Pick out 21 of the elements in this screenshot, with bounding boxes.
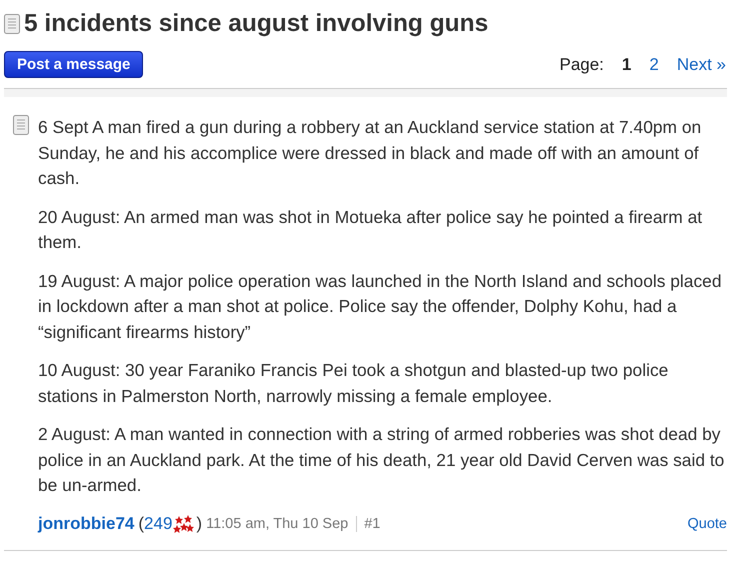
post-paragraph: 6 Sept A man fired a gun during a robbery at an Auckland service station at 7.40pm on Sunday, he and his accomplice were dressed in black and made off with an amount of cash.: [38, 116, 702, 190]
stars-icon: [173, 514, 196, 534]
page-link[interactable]: 1: [622, 54, 632, 74]
post-paragraph: 2 August: A man wanted in connection with a string of armed robberies was shot dead by police in an Auckland park. At the time of his death, 21 year old David Cerven was said to be un-armed.: [38, 423, 726, 497]
page-link[interactable]: 2: [649, 54, 659, 74]
post-number: #1: [356, 516, 380, 532]
author-link[interactable]: jonrobbie74: [38, 514, 134, 534]
document-icon: [4, 14, 20, 34]
thread-title: 5 incidents since august involving guns: [24, 10, 488, 38]
post-paragraph: 10 August: 30 year Faraniko Francis Pei took a shotgun and blasted-up two police stations in Palmerston North, narrowly missing a female employee.: [38, 359, 670, 408]
karma-link[interactable]: 249: [144, 514, 172, 534]
document-icon: [13, 115, 29, 135]
quote-link[interactable]: Quote: [688, 516, 727, 532]
post-paragraph: 19 August: A major police operation was launched in the North Island and schools placed in lockdown after a man shot at police. Police say the offender, Dolphy Kohu, had a “significant firearms history”: [38, 270, 723, 344]
paren: ): [196, 514, 202, 534]
post-paragraph: 20 August: An armed man was shot in Motueka after police say he pointed a firearm at them.: [38, 206, 704, 254]
post-message-button[interactable]: Post a message: [4, 51, 144, 78]
post-time: 11:05 am, Thu 10 Sep: [206, 516, 348, 532]
next-link[interactable]: Next »: [676, 54, 726, 74]
page-label: Page:: [559, 54, 604, 74]
paren: (: [138, 514, 144, 534]
